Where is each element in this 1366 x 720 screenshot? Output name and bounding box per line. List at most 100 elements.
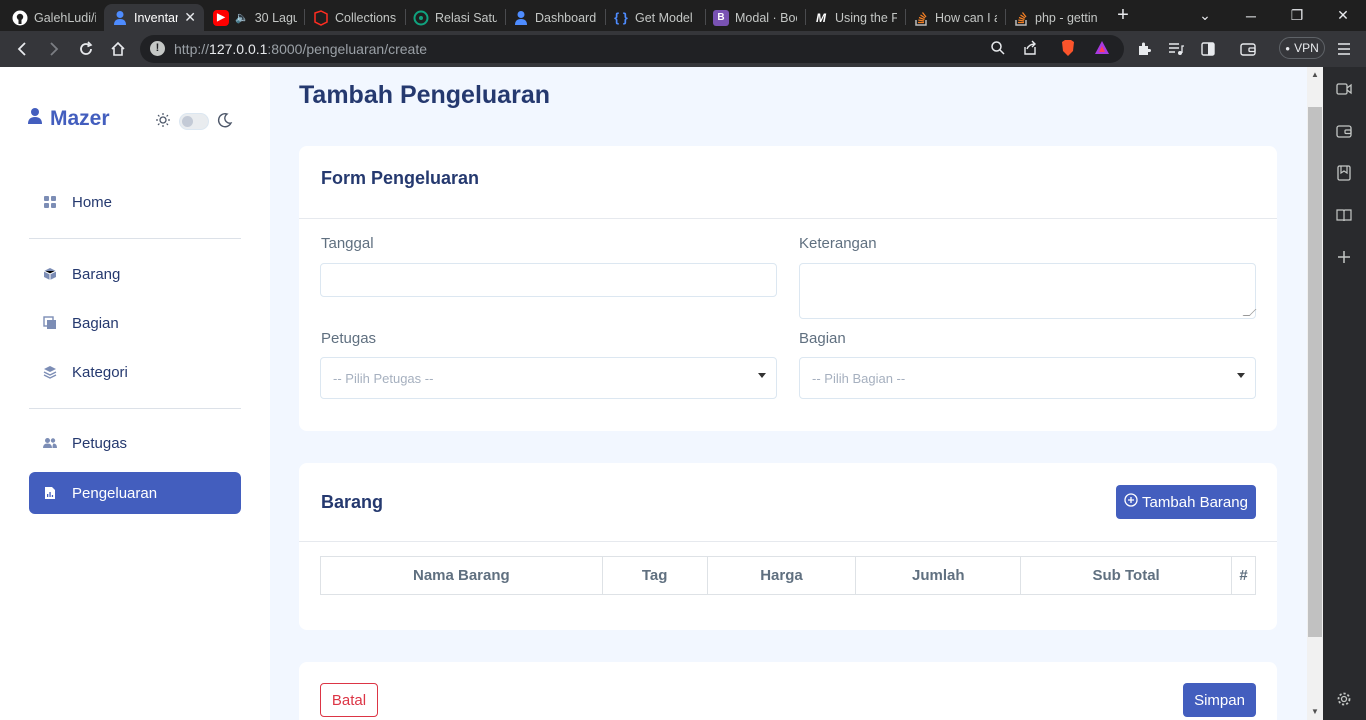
wallet-icon[interactable]: [1236, 37, 1260, 61]
grid-icon: [43, 195, 57, 209]
close-window-icon[interactable]: ✕: [1320, 0, 1366, 31]
column-tag: Tag: [601, 556, 708, 595]
brave-shield-icon[interactable]: [1060, 39, 1076, 62]
sidebar-item-petugas[interactable]: Petugas: [29, 422, 241, 464]
tanggal-input[interactable]: [320, 263, 777, 297]
openai-icon: [413, 10, 429, 26]
caret-down-icon: [758, 373, 766, 378]
video-icon[interactable]: [1334, 79, 1354, 99]
tambah-barang-button[interactable]: Tambah Barang: [1116, 485, 1256, 519]
home-icon[interactable]: [106, 37, 130, 61]
forward-icon[interactable]: [42, 37, 66, 61]
github-icon: [12, 10, 28, 26]
moon-icon: [217, 112, 233, 131]
sidebar-divider: [29, 238, 241, 239]
zoom-icon[interactable]: [990, 40, 1006, 59]
tab-php-getting[interactable]: php - gettin: [1005, 4, 1105, 31]
back-icon[interactable]: [10, 37, 34, 61]
restore-icon[interactable]: ❐: [1274, 0, 1320, 31]
barang-card-title: Barang: [321, 492, 384, 512]
laravel-icon: [313, 9, 329, 26]
stack-icon: [43, 365, 57, 379]
keterangan-textarea[interactable]: [799, 263, 1257, 319]
reload-icon[interactable]: [74, 37, 98, 61]
browser-toolbar: ! http://127.0.0.1:8000/pengeluaran/crea…: [0, 31, 1366, 67]
tab-relasi[interactable]: Relasi Satu-: [405, 4, 505, 31]
page-viewport: Mazer Home Barang Bagian Kategori Petuga…: [0, 67, 1307, 720]
petugas-select-placeholder: -- Pilih Petugas --: [333, 371, 434, 386]
new-tab-button[interactable]: +: [1112, 4, 1134, 26]
sidebar-item-bagian[interactable]: Bagian: [29, 302, 241, 344]
browser-side-panel: [1323, 67, 1366, 720]
sun-icon: [155, 112, 171, 131]
media-playlist-icon[interactable]: [1164, 37, 1188, 61]
bagian-select[interactable]: -- Pilih Bagian --: [799, 357, 1256, 399]
sidebar-divider: [29, 408, 241, 409]
tab-youtube[interactable]: ▶ 🔈 30 Lagu: [205, 4, 305, 31]
petugas-select[interactable]: -- Pilih Petugas --: [320, 357, 777, 399]
box-icon: [43, 267, 57, 281]
person-icon: [28, 107, 42, 131]
report-icon: [43, 486, 57, 500]
people-icon: [43, 436, 57, 450]
browser-tab-strip: GalehLudi/i Inventar ✕ ▶ 🔈 30 Lagu Colle…: [0, 0, 1366, 31]
sidebar-toggle-icon[interactable]: [1196, 37, 1220, 61]
table-header-row: Nama Barang Tag Harga Jumlah Sub Total #: [320, 556, 1257, 595]
tab-dashboard[interactable]: Dashboard: [505, 4, 605, 31]
minimize-icon[interactable]: ─: [1228, 0, 1274, 31]
barang-table: Nama Barang Tag Harga Jumlah Sub Total #: [320, 556, 1257, 595]
card-divider: [299, 218, 1277, 219]
address-bar[interactable]: ! http://127.0.0.1:8000/pengeluaran/crea…: [140, 35, 1124, 63]
sidebar-item-kategori[interactable]: Kategori: [29, 351, 241, 393]
batal-button[interactable]: Batal: [320, 683, 378, 717]
bagian-label: Bagian: [799, 330, 846, 347]
tab-github[interactable]: GalehLudi/i: [4, 4, 104, 31]
barang-card: Barang Tambah Barang Nama Barang Tag Har…: [299, 463, 1277, 630]
page-scrollbar[interactable]: ▲ ▼: [1307, 67, 1323, 720]
person-icon: [513, 10, 529, 26]
dark-mode-switch[interactable]: [179, 113, 209, 130]
scrollbar-thumb[interactable]: [1308, 107, 1322, 637]
column-harga: Harga: [706, 556, 857, 595]
gear-icon[interactable]: [1334, 689, 1354, 709]
tab-inventaris[interactable]: Inventar ✕: [104, 4, 204, 31]
actions-card: Batal Simpan: [299, 662, 1277, 720]
resize-handle-icon[interactable]: [1242, 309, 1257, 316]
brave-rewards-icon[interactable]: [1094, 40, 1110, 61]
vpn-button[interactable]: ● VPN: [1279, 37, 1325, 59]
close-tab-icon[interactable]: ✕: [184, 9, 196, 26]
column-jumlah: Jumlah: [855, 556, 1022, 595]
wallet-icon[interactable]: [1334, 121, 1354, 141]
sidebar-item-pengeluaran[interactable]: Pengeluaran: [29, 472, 241, 514]
reading-list-icon[interactable]: [1334, 205, 1354, 225]
simpan-button[interactable]: Simpan: [1183, 683, 1256, 717]
tab-modal-bootstrap[interactable]: B Modal · Boo: [705, 4, 805, 31]
caret-down-icon: [1237, 373, 1245, 378]
youtube-icon: ▶: [213, 9, 229, 26]
tab-how-can-i[interactable]: How can I a: [905, 4, 1005, 31]
card-divider: [299, 541, 1277, 542]
tanggal-label: Tanggal: [321, 235, 374, 252]
share-icon[interactable]: [1022, 40, 1038, 61]
tab-search-chevron-icon[interactable]: ⌄: [1182, 0, 1228, 31]
petugas-label: Petugas: [321, 330, 377, 347]
sidebar-item-home[interactable]: Home: [29, 181, 241, 223]
scroll-down-arrow-icon[interactable]: ▼: [1311, 707, 1319, 716]
page-title: Tambah Pengeluaran: [299, 81, 550, 109]
medium-icon: M: [816, 10, 826, 25]
bookmark-icon[interactable]: [1334, 163, 1354, 183]
layers-square-icon: [43, 316, 57, 330]
scroll-up-arrow-icon[interactable]: ▲: [1311, 70, 1319, 79]
sidebar-item-barang[interactable]: Barang: [29, 253, 241, 295]
brand-logo[interactable]: Mazer: [28, 107, 110, 131]
add-panel-icon[interactable]: [1334, 247, 1354, 267]
tab-using-the[interactable]: M Using the F: [805, 4, 905, 31]
tab-collections[interactable]: Collections: [305, 4, 405, 31]
menu-hamburger-icon[interactable]: [1332, 37, 1356, 61]
url-text: http://127.0.0.1:8000/pengeluaran/create: [174, 41, 427, 57]
extensions-icon[interactable]: [1132, 37, 1156, 61]
column-nama-barang: Nama Barang: [320, 556, 603, 595]
tab-get-model[interactable]: { } Get Model: [605, 4, 705, 31]
info-icon[interactable]: !: [150, 41, 165, 56]
theme-toggle[interactable]: [155, 112, 233, 131]
